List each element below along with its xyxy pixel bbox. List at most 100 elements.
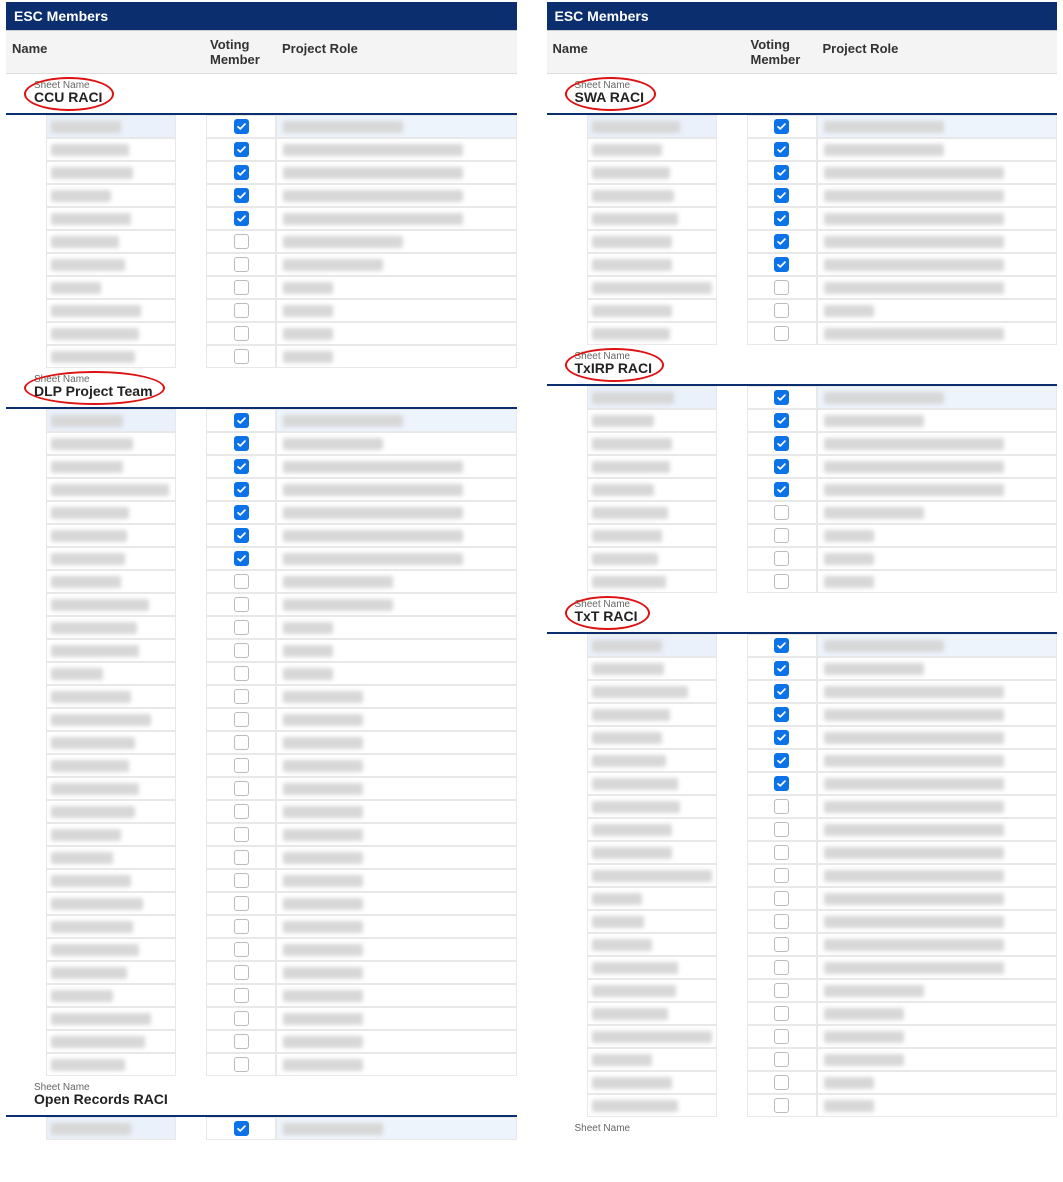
cell-voting[interactable] <box>747 386 817 409</box>
cell-voting[interactable] <box>206 432 276 455</box>
table-row[interactable] <box>6 115 517 138</box>
cell-role[interactable] <box>817 772 1058 795</box>
checkbox-icon[interactable] <box>774 482 789 497</box>
cell-role[interactable] <box>276 938 517 961</box>
checkbox-icon[interactable] <box>234 142 249 157</box>
cell-voting[interactable] <box>206 708 276 731</box>
cell-role[interactable] <box>276 1117 517 1140</box>
cell-name[interactable] <box>46 823 176 846</box>
cell-name[interactable] <box>46 777 176 800</box>
cell-voting[interactable] <box>206 547 276 570</box>
checkbox-icon[interactable] <box>774 436 789 451</box>
cell-role[interactable] <box>817 524 1058 547</box>
checkbox-icon[interactable] <box>234 349 249 364</box>
table-row[interactable] <box>547 979 1058 1002</box>
checkbox-icon[interactable] <box>774 730 789 745</box>
table-row[interactable] <box>6 593 517 616</box>
checkbox-icon[interactable] <box>774 1006 789 1021</box>
cell-role[interactable] <box>817 841 1058 864</box>
cell-voting[interactable] <box>206 685 276 708</box>
cell-name[interactable] <box>587 1094 717 1117</box>
table-row[interactable] <box>6 961 517 984</box>
cell-voting[interactable] <box>747 138 817 161</box>
cell-voting[interactable] <box>206 892 276 915</box>
cell-name[interactable] <box>46 345 176 368</box>
cell-role[interactable] <box>817 432 1058 455</box>
checkbox-icon[interactable] <box>774 459 789 474</box>
cell-voting[interactable] <box>206 754 276 777</box>
cell-role[interactable] <box>276 984 517 1007</box>
cell-role[interactable] <box>276 708 517 731</box>
cell-voting[interactable] <box>206 616 276 639</box>
cell-name[interactable] <box>46 432 176 455</box>
cell-name[interactable] <box>46 593 176 616</box>
table-row[interactable] <box>547 1048 1058 1071</box>
cell-voting[interactable] <box>206 1007 276 1030</box>
cell-role[interactable] <box>817 299 1058 322</box>
cell-name[interactable] <box>587 115 717 138</box>
checkbox-icon[interactable] <box>234 804 249 819</box>
cell-name[interactable] <box>587 726 717 749</box>
cell-name[interactable] <box>587 703 717 726</box>
checkbox-icon[interactable] <box>234 781 249 796</box>
checkbox-icon[interactable] <box>774 960 789 975</box>
checkbox-icon[interactable] <box>774 891 789 906</box>
checkbox-icon[interactable] <box>234 735 249 750</box>
cell-voting[interactable] <box>206 345 276 368</box>
cell-name[interactable] <box>587 1048 717 1071</box>
cell-voting[interactable] <box>206 938 276 961</box>
checkbox-icon[interactable] <box>774 776 789 791</box>
cell-name[interactable] <box>587 524 717 547</box>
checkbox-icon[interactable] <box>234 551 249 566</box>
cell-name[interactable] <box>587 455 717 478</box>
checkbox-icon[interactable] <box>774 528 789 543</box>
cell-voting[interactable] <box>747 841 817 864</box>
checkbox-icon[interactable] <box>774 505 789 520</box>
cell-role[interactable] <box>276 570 517 593</box>
col-voting[interactable]: Voting Member <box>747 31 817 73</box>
cell-role[interactable] <box>817 634 1058 657</box>
table-row[interactable] <box>6 432 517 455</box>
cell-voting[interactable] <box>206 299 276 322</box>
cell-role[interactable] <box>276 524 517 547</box>
cell-role[interactable] <box>276 915 517 938</box>
cell-name[interactable] <box>46 984 176 1007</box>
cell-voting[interactable] <box>206 593 276 616</box>
checkbox-icon[interactable] <box>234 758 249 773</box>
table-row[interactable] <box>6 455 517 478</box>
table-row[interactable] <box>6 639 517 662</box>
checkbox-icon[interactable] <box>234 896 249 911</box>
checkbox-icon[interactable] <box>234 620 249 635</box>
cell-name[interactable] <box>587 570 717 593</box>
cell-voting[interactable] <box>747 933 817 956</box>
cell-name[interactable] <box>46 207 176 230</box>
cell-name[interactable] <box>46 524 176 547</box>
checkbox-icon[interactable] <box>774 707 789 722</box>
cell-role[interactable] <box>276 754 517 777</box>
cell-name[interactable] <box>587 138 717 161</box>
checkbox-icon[interactable] <box>774 868 789 883</box>
checkbox-icon[interactable] <box>774 142 789 157</box>
cell-name[interactable] <box>587 501 717 524</box>
table-row[interactable] <box>547 726 1058 749</box>
cell-name[interactable] <box>587 1002 717 1025</box>
cell-voting[interactable] <box>747 253 817 276</box>
cell-name[interactable] <box>587 910 717 933</box>
cell-voting[interactable] <box>206 823 276 846</box>
cell-name[interactable] <box>587 276 717 299</box>
table-row[interactable] <box>6 547 517 570</box>
table-row[interactable] <box>6 409 517 432</box>
cell-voting[interactable] <box>206 777 276 800</box>
table-row[interactable] <box>547 115 1058 138</box>
table-row[interactable] <box>547 432 1058 455</box>
checkbox-icon[interactable] <box>234 942 249 957</box>
cell-voting[interactable] <box>747 299 817 322</box>
checkbox-icon[interactable] <box>234 257 249 272</box>
table-row[interactable] <box>6 138 517 161</box>
cell-role[interactable] <box>276 432 517 455</box>
cell-voting[interactable] <box>206 230 276 253</box>
table-row[interactable] <box>547 1025 1058 1048</box>
table-row[interactable] <box>6 345 517 368</box>
cell-role[interactable] <box>817 657 1058 680</box>
cell-name[interactable] <box>46 754 176 777</box>
